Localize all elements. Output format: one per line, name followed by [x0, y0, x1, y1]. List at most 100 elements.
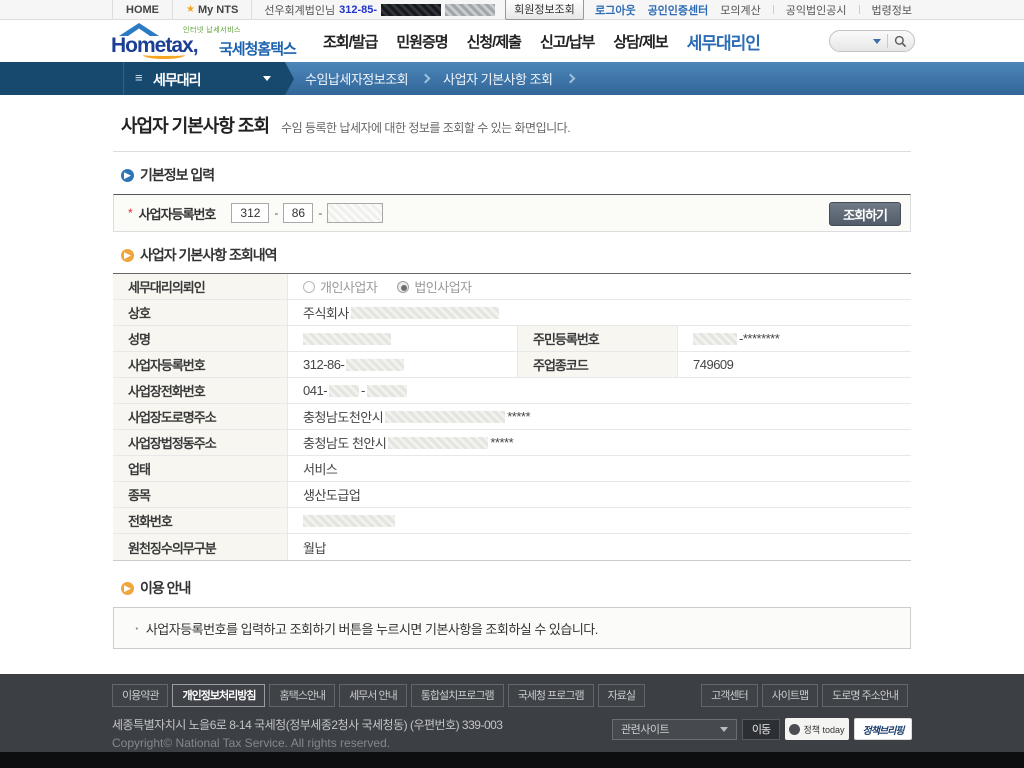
utility-bar: HOME ★ My NTS 선우회계법인님 312-85- 회원정보조회 로그아…	[0, 0, 1024, 20]
section-bullet-icon: ▶	[121, 581, 134, 595]
radio-individual[interactable]: 개인사업자	[303, 277, 378, 296]
row-label: 원천징수의무구분	[113, 534, 288, 560]
row-label: 사업장도로명주소	[113, 404, 288, 429]
footer-customer-center-button[interactable]: 고객센터	[701, 684, 758, 707]
nav-civil-cert[interactable]: 민원증명	[396, 31, 448, 52]
mock-calc-link[interactable]: 모의계산	[720, 2, 760, 18]
table-row: 세무대리의뢰인 개인사업자 법인사업자	[113, 274, 911, 300]
table-row: 사업장도로명주소 충청남도천안시 *****	[113, 404, 911, 430]
menu-dropdown[interactable]: ≡ 세무대리	[0, 62, 285, 95]
table-row: 원천징수의무구분 월납	[113, 534, 911, 560]
row-label: 종목	[113, 482, 288, 507]
footer-sitemap-button[interactable]: 사이트맵	[761, 684, 819, 707]
page-description: 수임 등록한 납세자에 대한 정보를 조회할 수 있는 화면입니다.	[281, 121, 571, 135]
search-button[interactable]: 조회하기	[829, 202, 901, 226]
nav-report-pay[interactable]: 신고/납부	[540, 31, 595, 52]
bizno-input-2[interactable]	[283, 203, 314, 223]
nav-inquiry-issue[interactable]: 조회/발급	[323, 31, 378, 52]
footer-archive-button[interactable]: 자료실	[597, 684, 645, 707]
mynts-tab[interactable]: ★ My NTS	[172, 0, 253, 19]
footer-terms-button[interactable]: 이용약관	[112, 684, 169, 707]
guide-heading: 이용 안내	[140, 580, 191, 596]
chevron-right-icon	[420, 73, 431, 84]
divider	[887, 34, 888, 48]
row-label: 전화번호	[113, 508, 288, 533]
bullet: ·	[135, 620, 139, 636]
road-address-prefix: 충청남도천안시	[303, 410, 384, 425]
row-label: 주민등록번호	[518, 326, 678, 351]
radio-corporate[interactable]: 법인사업자	[397, 277, 472, 296]
breadcrumb-item-2[interactable]: 사업자 기본사항 조회	[443, 69, 553, 88]
related-sites-label: 관련사이트	[621, 724, 670, 736]
member-info-button[interactable]: 회원정보조회	[505, 0, 584, 20]
user-name: 선우회계법인님	[264, 4, 336, 17]
law-info-link[interactable]: 법령정보	[872, 2, 912, 18]
footer-tax-office-button[interactable]: 세무서 안내	[339, 684, 407, 707]
go-button[interactable]: 이동	[742, 718, 780, 740]
result-heading: 사업자 기본사항 조회내역	[140, 247, 277, 263]
row-label: 사업장전화번호	[113, 378, 288, 403]
footer-install-program-button[interactable]: 통합설치프로그램	[410, 684, 504, 707]
footer-nts-program-button[interactable]: 국세청 프로그램	[507, 684, 594, 707]
divider	[858, 5, 860, 14]
breadcrumb-bar: ≡ 세무대리 수임납세자정보조회 사업자 기본사항 조회	[0, 62, 1024, 95]
redacted-bizno	[346, 358, 405, 371]
home-label: HOME	[126, 3, 159, 16]
radio-corporate-label: 법인사업자	[414, 280, 472, 295]
table-row: 전화번호	[113, 508, 911, 534]
redacted-user-extra	[445, 3, 496, 16]
footer-road-address-button[interactable]: 도로명 주소안내	[822, 684, 908, 707]
main-content: 사업자 기본사항 조회 수임 등록한 납세자에 대한 정보를 조회할 수 있는 …	[0, 95, 1024, 674]
redacted-phone-part	[366, 384, 407, 397]
redacted-name	[303, 332, 391, 345]
mynts-label: My NTS	[197, 3, 239, 16]
user-business-number: 312-85-	[339, 3, 378, 16]
breadcrumb-item-1[interactable]: 수임납세자정보조회	[305, 69, 409, 88]
redacted-address	[388, 436, 489, 449]
company-prefix: 주식회사	[303, 306, 349, 321]
public-corp-link[interactable]: 공익법인공시	[786, 2, 847, 18]
cert-center-link[interactable]: 공인인증센터	[648, 2, 709, 18]
nav-consult-report[interactable]: 상담/제보	[613, 31, 668, 52]
withholding-value: 월납	[303, 540, 326, 556]
usage-guide-box: · 사업자등록번호를 입력하고 조회하기 버튼을 누르시면 기본사항을 조회하실…	[113, 607, 911, 649]
user-info: 선우회계법인님 312-85-	[264, 2, 496, 18]
table-row: 업태 서비스	[113, 456, 911, 482]
guide-note: 사업자등록번호를 입력하고 조회하기 버튼을 누르시면 기본사항을 조회하실 수…	[145, 621, 599, 637]
policy-today-label: 정책 today	[803, 724, 845, 735]
home-tab[interactable]: HOME	[112, 0, 172, 19]
search-icon	[894, 35, 907, 47]
divider	[772, 5, 774, 14]
radio-on-icon	[397, 280, 410, 293]
business-item-value: 생산도급업	[303, 488, 361, 503]
table-row: 상호 주식회사	[113, 300, 911, 326]
bizno-input-1[interactable]	[231, 203, 270, 223]
nav-apply-submit[interactable]: 신청/제출	[467, 31, 522, 52]
star-icon: ★	[186, 4, 195, 15]
nav-tax-agent[interactable]: 세무대리인	[687, 29, 761, 54]
required-mark: *	[128, 206, 133, 220]
footer-privacy-button[interactable]: 개인정보처리방침	[172, 684, 266, 707]
redacted-phone	[303, 514, 395, 527]
policy-briefing-banner[interactable]: 정책브리핑	[854, 718, 912, 740]
related-sites-select[interactable]: 관련사이트	[612, 718, 737, 740]
radio-individual-label: 개인사업자	[320, 280, 378, 295]
bizphone-dash: -	[361, 383, 365, 398]
table-row: 종목 생산도급업	[113, 482, 911, 508]
page-title: 사업자 기본사항 조회	[121, 116, 270, 136]
redacted-address	[385, 410, 506, 423]
footer-hometax-guide-button[interactable]: 홈택스안내	[269, 684, 336, 707]
row-label: 세무대리의뢰인	[113, 274, 288, 299]
row-label: 주업종코드	[518, 352, 678, 377]
basic-input-heading: 기본정보 입력	[140, 167, 215, 183]
business-type-value: 서비스	[303, 462, 338, 477]
main-nav: 조회/발급 민원증명 신청/제출 신고/납부 상담/제보 세무대리인	[323, 29, 761, 54]
table-row: 사업장전화번호 041- -	[113, 378, 911, 404]
row-label: 상호	[113, 300, 288, 325]
row-label: 성명	[113, 326, 288, 351]
header-search[interactable]	[829, 30, 915, 52]
bizno-input-3[interactable]	[327, 203, 384, 223]
policy-today-banner[interactable]: 정책 today	[785, 718, 849, 740]
logout-link[interactable]: 로그아웃	[595, 2, 635, 18]
hometax-logo[interactable]: 인터넷 납세서비스 Hometax, 국세청홈택스	[109, 21, 317, 61]
